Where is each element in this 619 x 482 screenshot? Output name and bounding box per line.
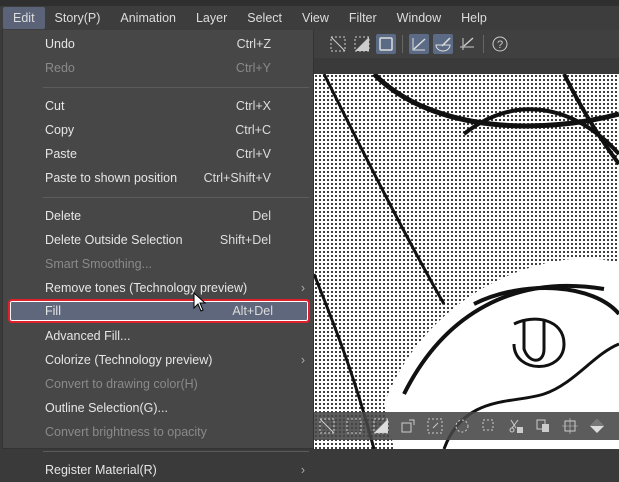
chevron-right-icon: › (300, 353, 305, 367)
menu-item-shortcut: Ctrl+Shift+V (203, 171, 271, 185)
menu-item-paste-to-shown-position[interactable]: Paste to shown position Ctrl+Shift+V (3, 166, 313, 190)
divider (402, 35, 403, 53)
menu-item-label: Paste (45, 147, 77, 161)
menu-item-outline-selection-g[interactable]: Outline Selection(G)... (3, 396, 313, 420)
divider (483, 35, 484, 53)
menu-item-redo: Redo Ctrl+Y (3, 56, 313, 80)
menu-item-shortcut: Del (252, 209, 271, 223)
menu-item-label: Fill (45, 304, 61, 318)
mouse-cursor-icon (193, 291, 207, 315)
menu-item-shortcut: Ctrl+V (235, 147, 271, 161)
ruler-snap-icon[interactable] (409, 34, 429, 54)
menu-edit[interactable]: Edit (3, 7, 45, 29)
menu-select[interactable]: Select (237, 7, 292, 29)
menu-item-smart-smoothing: Smart Smoothing... (3, 252, 313, 276)
menu-view[interactable]: View (292, 7, 339, 29)
help-icon[interactable]: ? (490, 34, 510, 54)
menu-item-label: Redo (45, 61, 75, 75)
menu-item-label: Copy (45, 123, 75, 137)
expand-selection-icon[interactable] (399, 417, 417, 435)
menu-item-shortcut: Shift+Del (219, 233, 271, 247)
menu-item-undo[interactable]: Undo Ctrl+Z (3, 32, 313, 56)
menu-item-label: Undo (45, 37, 75, 51)
menu-item-convert-brightness-to-opacity: Convert brightness to opacity (3, 420, 313, 444)
svg-text:?: ? (497, 39, 503, 51)
invert-selection-icon[interactable] (372, 417, 390, 435)
menu-item-label: Register Material(R) (45, 463, 157, 477)
selection-launcher (314, 412, 619, 440)
manga-artwork (314, 74, 619, 449)
cut-paste-icon[interactable] (507, 417, 525, 435)
fill-icon[interactable] (588, 417, 606, 435)
selection-border-icon[interactable] (480, 417, 498, 435)
chevron-right-icon: › (300, 281, 305, 295)
menu-item-label: Smart Smoothing... (45, 257, 152, 271)
menu-item-shortcut: Ctrl+X (235, 99, 271, 113)
grid-snap-icon[interactable] (457, 34, 477, 54)
menu-item-label: Delete Outside Selection (45, 233, 183, 247)
menu-layer[interactable]: Layer (186, 7, 237, 29)
show-selection-icon[interactable] (376, 34, 396, 54)
menu-item-delete-outside-selection[interactable]: Delete Outside Selection Shift+Del (3, 228, 313, 252)
canvas-tab-area (314, 58, 619, 74)
edit-menu-dropdown: Undo Ctrl+Z Redo Ctrl+Y Cut Ctrl+X Copy Ctrl+C P… (2, 30, 314, 477)
deselect-icon[interactable] (318, 417, 336, 435)
menu-item-label: Remove tones (Technology preview) (45, 281, 248, 295)
menu-item-cut[interactable]: Cut Ctrl+X (3, 94, 313, 118)
transform-icon[interactable] (561, 417, 579, 435)
menu-item-delete[interactable]: Delete Del (3, 204, 313, 228)
selection-toolbar: ? (314, 30, 619, 58)
menu-item-copy[interactable]: Copy Ctrl+C (3, 118, 313, 142)
menu-item-label: Convert to drawing color(H) (45, 377, 198, 391)
menu-separator (43, 197, 309, 198)
menu-filter[interactable]: Filter (339, 7, 387, 29)
clear-selection-icon[interactable] (328, 34, 348, 54)
chevron-right-icon: › (300, 463, 305, 477)
menu-separator (43, 87, 309, 88)
select-all-icon[interactable] (345, 417, 363, 435)
menu-item-label: Advanced Fill... (45, 329, 131, 343)
menu-bar: Edit Story(P) Animation Layer Select View Filt… (0, 6, 619, 30)
drawing-canvas[interactable] (314, 74, 619, 449)
shrink-selection-icon[interactable] (426, 417, 444, 435)
menu-help[interactable]: Help (451, 7, 497, 29)
menu-item-fill[interactable]: Fill Alt+Del (8, 299, 310, 323)
menu-item-label: Outline Selection(G)... (45, 401, 168, 415)
special-ruler-snap-icon[interactable] (433, 34, 453, 54)
menu-item-remove-tones-technology-preview[interactable]: Remove tones (Technology preview) › (3, 276, 313, 300)
menu-item-label: Delete (45, 209, 82, 223)
menu-item-label: Cut (45, 99, 65, 113)
menu-item-shortcut: Ctrl+C (235, 123, 271, 137)
menu-item-label: Convert brightness to opacity (45, 425, 207, 439)
marching-ants-icon[interactable] (453, 417, 471, 435)
menu-window[interactable]: Window (387, 7, 451, 29)
copy-paste-icon[interactable] (534, 417, 552, 435)
menu-item-advanced-fill[interactable]: Advanced Fill... (3, 324, 313, 348)
menu-item-shortcut: Ctrl+Z (236, 37, 271, 51)
menu-item-colorize-technology-preview[interactable]: Colorize (Technology preview) › (3, 348, 313, 372)
menu-item-convert-to-drawing-color-h: Convert to drawing color(H) (3, 372, 313, 396)
invert-selection-icon[interactable] (352, 34, 372, 54)
menu-item-label: Colorize (Technology preview) (45, 353, 213, 367)
menu-storyp[interactable]: Story(P) (45, 7, 111, 29)
menu-item-paste[interactable]: Paste Ctrl+V (3, 142, 313, 166)
menu-item-shortcut: Ctrl+Y (235, 61, 271, 75)
menu-item-label: Paste to shown position (45, 171, 178, 185)
menu-item-register-material-r[interactable]: Register Material(R) › (3, 458, 313, 482)
menu-separator (43, 451, 309, 452)
menu-item-shortcut: Alt+Del (232, 304, 273, 318)
menu-animation[interactable]: Animation (110, 7, 186, 29)
